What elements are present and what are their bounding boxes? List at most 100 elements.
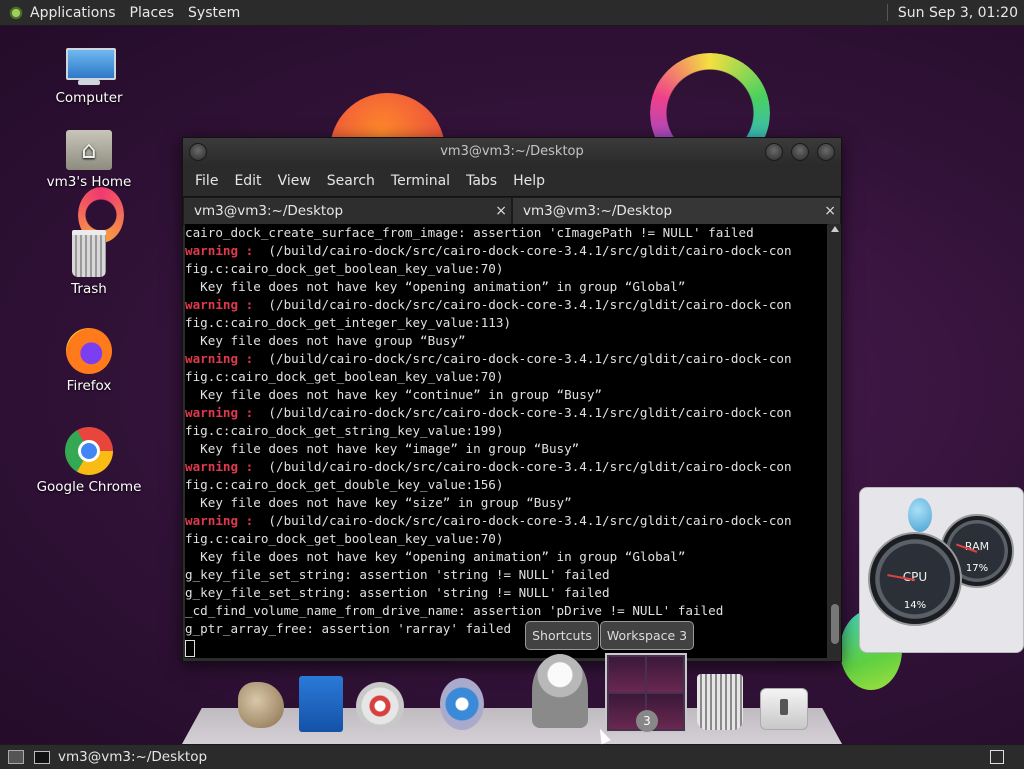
line-text: Key file does not have key “opening anim… [185,549,686,564]
warning-label: warning : [185,243,261,258]
terminal-line: Key file does not have key “size” in gro… [185,494,827,512]
terminal-line: Key file does not have key “opening anim… [185,278,827,296]
show-desktop-icon[interactable] [8,750,24,764]
menu-system[interactable]: System [188,5,240,21]
desktop-icon-chrome[interactable]: Google Chrome [34,427,144,495]
menu-places[interactable]: Places [130,5,175,21]
line-text: (/build/cairo-dock/src/cairo-dock-core-3… [260,297,792,312]
close-button[interactable] [817,143,835,161]
menu-terminal[interactable]: Terminal [383,173,458,189]
line-text: fig.c:cairo_dock_get_integer_key_value:1… [185,315,512,330]
line-text: fig.c:cairo_dock_get_double_key_value:15… [185,477,504,492]
scrollbar-thumb[interactable] [831,604,839,644]
line-text: g_ptr_array_free: assertion 'rarray' fai… [185,621,512,636]
distro-logo-icon[interactable] [8,4,24,21]
widget-bubble [908,498,932,532]
line-text: g_key_file_set_string: assertion 'string… [185,567,610,582]
line-text: cairo_dock_create_surface_from_image: as… [185,225,754,240]
tab-label: vm3@vm3:~/Desktop [194,203,344,219]
terminal-line: g_key_file_set_string: assertion 'string… [185,584,827,602]
menu-edit[interactable]: Edit [226,173,269,189]
warning-label: warning : [185,351,261,366]
desktop-icon-label: Trash [71,281,107,297]
maximize-button[interactable] [791,143,809,161]
terminal-scrollbar[interactable] [829,224,841,658]
cpu-gauge: CPU 14% [868,532,962,626]
terminal-output[interactable]: cairo_dock_create_surface_from_image: as… [185,224,827,658]
desktop-icon-firefox[interactable]: Firefox [34,328,144,394]
terminal-line: Key file does not have group “Busy” [185,332,827,350]
terminal-line: fig.c:cairo_dock_get_integer_key_value:1… [185,314,827,332]
chrome-icon [65,427,113,475]
tab-1[interactable]: vm3@vm3:~/Desktop × [183,197,512,225]
line-text: fig.c:cairo_dock_get_boolean_key_value:7… [185,369,504,384]
workspace-badge: 3 [636,710,658,732]
top-panel: Applications Places System Sun Sep 3, 01… [0,0,1024,26]
terminal-line: g_key_file_set_string: assertion 'string… [185,566,827,584]
warning-label: warning : [185,405,261,420]
terminal-line: fig.c:cairo_dock_get_boolean_key_value:7… [185,260,827,278]
tab-close-icon[interactable]: × [495,198,507,224]
writer-icon[interactable] [299,676,343,732]
gimp-icon[interactable] [238,682,284,728]
terminal-tabs: vm3@vm3:~/Desktop × vm3@vm3:~/Desktop × [183,196,841,225]
dock-trash-icon[interactable] [697,674,743,730]
terminal-line: fig.c:cairo_dock_get_string_key_value:19… [185,422,827,440]
desktop-icon-label: Google Chrome [36,479,142,495]
system-monitor-widget[interactable]: RAM 17% CPU 14% [859,487,1024,653]
home-folder-icon [66,130,112,170]
terminal-task-icon[interactable] [34,750,50,764]
menu-file[interactable]: File [187,173,226,189]
warning-label: warning : [185,459,261,474]
terminal-line: Key file does not have key “opening anim… [185,548,827,566]
menu-tabs[interactable]: Tabs [458,173,505,189]
terminal-menubar: File Edit View Search Terminal Tabs Help [183,166,841,196]
terminal-titlebar[interactable]: vm3@vm3:~/Desktop [183,138,841,166]
workspace-switcher-icon[interactable] [990,750,1004,764]
desktop-icon-home[interactable]: vm3's Home [34,130,144,190]
panel-separator [886,4,890,21]
taskbar-item-terminal[interactable]: vm3@vm3:~/Desktop [58,749,207,765]
scroll-up-arrow-icon[interactable] [831,226,839,232]
line-text: Key file does not have key “continue” in… [185,387,603,402]
terminal-line: warning : (/build/cairo-dock/src/cairo-d… [185,404,827,422]
terminal-line: Key file does not have key “image” in gr… [185,440,827,458]
minimize-button[interactable] [765,143,783,161]
tab-label: vm3@vm3:~/Desktop [523,203,673,219]
line-text: g_key_file_set_string: assertion 'string… [185,585,610,600]
line-text: (/build/cairo-dock/src/cairo-dock-core-3… [260,513,792,528]
terminal-prompt-line[interactable] [185,638,827,657]
terminal-line: warning : (/build/cairo-dock/src/cairo-d… [185,242,827,260]
line-text: _cd_find_volume_name_from_drive_name: as… [185,603,724,618]
terminal-line: fig.c:cairo_dock_get_boolean_key_value:7… [185,530,827,548]
clock[interactable]: Sun Sep 3, 01:20 [898,5,1018,21]
terminal-cursor [185,640,195,657]
terminal-line: _cd_find_volume_name_from_drive_name: as… [185,602,827,620]
tab-2[interactable]: vm3@vm3:~/Desktop × [512,197,841,225]
cpu-gauge-value: 14% [903,600,927,611]
menu-view[interactable]: View [270,173,319,189]
menu-applications[interactable]: Applications [30,5,116,21]
warning-label: warning : [185,297,261,312]
desktop-icon-trash[interactable]: Trash [34,230,144,297]
line-text: Key file does not have group “Busy” [185,333,466,348]
dvd-icon[interactable] [356,682,404,730]
line-text: (/build/cairo-dock/src/cairo-dock-core-3… [260,459,792,474]
menu-search[interactable]: Search [319,173,383,189]
menu-help[interactable]: Help [505,173,553,189]
switch-icon[interactable] [760,688,808,730]
mail-icon[interactable] [532,654,588,728]
tab-close-icon[interactable]: × [824,198,836,224]
desktop-icon-computer[interactable]: Computer [34,46,144,106]
terminal-line: warning : (/build/cairo-dock/src/cairo-d… [185,296,827,314]
warning-label: warning : [185,513,261,528]
desktop-icon-label: Computer [55,90,123,106]
terminal-window[interactable]: vm3@vm3:~/Desktop File Edit View Search … [182,137,842,662]
terminal-line: fig.c:cairo_dock_get_boolean_key_value:7… [185,368,827,386]
compass-icon[interactable] [440,678,484,730]
trash-icon [72,230,106,277]
window-title: vm3@vm3:~/Desktop [440,144,584,159]
line-text: fig.c:cairo_dock_get_boolean_key_value:7… [185,261,504,276]
firefox-icon [66,328,112,374]
terminal-line: cairo_dock_create_surface_from_image: as… [185,224,827,242]
